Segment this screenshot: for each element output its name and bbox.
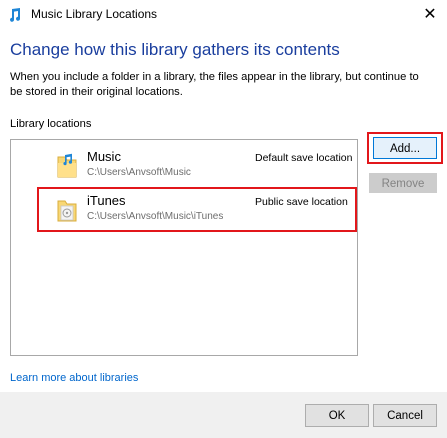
add-button[interactable]: Add... (373, 137, 437, 159)
location-path: C:\Users\Anvsoft\Music (87, 167, 191, 178)
library-locations-list[interactable]: Music C:\Users\Anvsoft\Music Default sav… (10, 139, 358, 356)
music-folder-icon (57, 153, 77, 178)
page-heading: Change how this library gathers its cont… (10, 40, 340, 59)
description-text: When you include a folder in a library, … (10, 71, 419, 98)
music-library-icon (10, 8, 21, 22)
title-bar: Music Library Locations ✕ (0, 0, 447, 30)
close-icon[interactable]: ✕ (420, 5, 440, 25)
window-title: Music Library Locations (31, 7, 158, 21)
learn-more-link[interactable]: Learn more about libraries (10, 372, 138, 384)
library-locations-label: Library locations (10, 118, 92, 130)
list-item-itunes[interactable]: iTunes C:\Users\Anvsoft\Music\iTunes Pub… (11, 190, 357, 230)
location-status: Public save location (255, 196, 348, 208)
location-name: Music (87, 149, 121, 164)
ok-button[interactable]: OK (305, 404, 369, 427)
location-status: Default save location (255, 152, 353, 164)
location-name: iTunes (87, 193, 126, 208)
remove-button[interactable]: Remove (369, 173, 437, 193)
location-path: C:\Users\Anvsoft\Music\iTunes (87, 211, 224, 222)
list-item-music[interactable]: Music C:\Users\Anvsoft\Music Default sav… (11, 146, 357, 186)
cancel-button[interactable]: Cancel (373, 404, 437, 427)
itunes-folder-icon (57, 200, 77, 222)
